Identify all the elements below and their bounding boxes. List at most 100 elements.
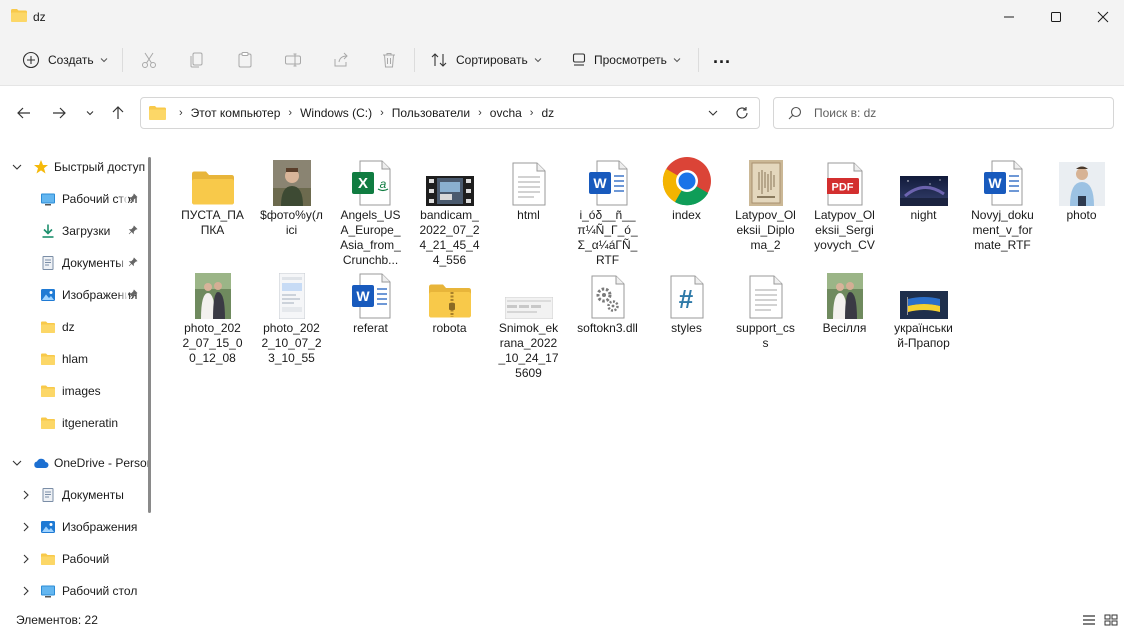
view-button[interactable]: Просмотреть (570, 46, 681, 74)
phone-file-icon (254, 263, 329, 319)
sidebar-item[interactable]: itgeneratin (0, 407, 148, 439)
label-fade (118, 183, 128, 215)
pdf-file-icon: PDF (807, 150, 882, 206)
wedding-file-icon (175, 263, 250, 319)
sidebar-item[interactable]: images (0, 375, 148, 407)
file-item[interactable]: photo_2022_10_07_23_10_55 (254, 263, 329, 366)
up-button[interactable] (106, 101, 130, 125)
delete-button[interactable] (377, 48, 401, 72)
chevron-down-icon[interactable] (11, 457, 23, 469)
create-label: Создать (48, 53, 94, 67)
chevron-right-icon[interactable]: › (380, 107, 384, 119)
file-item[interactable]: softokn3.dll (570, 263, 645, 336)
large-icons-view-icon[interactable] (1104, 614, 1118, 626)
file-item[interactable]: ПУСТА_ПАПКА (175, 150, 250, 238)
zip-file-icon (412, 263, 487, 319)
sidebar-item[interactable]: Изображения (0, 511, 148, 543)
sort-button[interactable]: Сортировать (430, 46, 542, 74)
paste-button[interactable] (233, 48, 257, 72)
chevron-down-icon[interactable] (11, 161, 23, 173)
label-fade (118, 247, 128, 279)
file-item[interactable]: html (491, 150, 566, 223)
maximize-button[interactable] (1033, 0, 1079, 34)
file-name: photo_2022_07_15_00_12_08 (182, 321, 243, 365)
chevron-right-icon[interactable]: › (530, 107, 534, 119)
file-name: Latypov_Oleksii_Sergiyovych_CV (814, 208, 875, 252)
details-view-icon[interactable] (1082, 614, 1096, 626)
create-button[interactable]: Создать (22, 46, 108, 74)
rename-button[interactable] (281, 48, 305, 72)
chevron-down-icon (100, 58, 107, 63)
sidebar-item-label: Рабочий стол (62, 584, 138, 598)
sidebar-item[interactable]: Быстрый доступ (0, 151, 148, 183)
breadcrumb-windows-c[interactable]: Windows (C:) (300, 106, 372, 120)
chevron-right-icon[interactable] (20, 521, 32, 533)
search-input[interactable] (814, 106, 1094, 120)
file-name: referat (353, 321, 388, 335)
back-button[interactable] (12, 101, 36, 125)
sidebar-item[interactable]: Документы (0, 247, 148, 279)
sidebar-item[interactable]: OneDrive - Personal (0, 447, 148, 479)
file-item[interactable]: photo_2022_07_15_00_12_08 (175, 263, 250, 366)
more-options-button[interactable]: ... (713, 43, 731, 71)
address-history-chevron-icon[interactable] (707, 107, 719, 119)
file-item[interactable]: Весілля (807, 263, 882, 336)
file-item[interactable]: Wreferat (333, 263, 408, 336)
word-file-icon: W (570, 150, 645, 206)
refresh-icon[interactable] (735, 106, 749, 120)
sidebar-item[interactable]: Рабочий стол (0, 183, 148, 215)
breadcrumb-ovcha[interactable]: ovcha (490, 106, 522, 120)
command-bar: Создать Сортировать Просмотреть ... (0, 34, 1124, 86)
sidebar-item[interactable]: Документы (0, 479, 148, 511)
recent-locations-button[interactable] (78, 101, 102, 125)
pictures-icon (40, 519, 56, 535)
breadcrumb-this-pc[interactable]: Этот компьютер (191, 106, 281, 120)
copy-button[interactable] (185, 48, 209, 72)
file-item[interactable]: support_css (728, 263, 803, 351)
cut-button[interactable] (137, 48, 161, 72)
file-item[interactable]: photo (1044, 150, 1119, 223)
sidebar-item[interactable]: Загрузки (0, 215, 148, 247)
maximize-icon (1051, 12, 1061, 22)
search-box[interactable] (773, 97, 1114, 129)
file-item[interactable]: # styles (649, 263, 724, 336)
address-bar[interactable]: › Этот компьютер › Windows (C:) › Пользо… (140, 97, 760, 129)
file-item[interactable]: bandicam_2022_07_24_21_45_44_556 (412, 150, 487, 268)
file-item[interactable]: український-Прапор (886, 263, 961, 351)
sidebar-item[interactable]: Рабочий стол (0, 575, 148, 607)
chevron-right-icon[interactable] (20, 553, 32, 565)
share-button[interactable] (329, 48, 353, 72)
breadcrumb-users[interactable]: Пользователи (392, 106, 470, 120)
text-file-icon (491, 150, 566, 206)
file-item[interactable]: Wі_óδ__ñ__π¼Ñ_Γ_ó_Σ_α¼áΓÑ_RTF (570, 150, 645, 268)
file-item[interactable]: Xa Angels_USA_Europe_Asia_from_Crunchb... (333, 150, 408, 268)
breadcrumb-dz[interactable]: dz (541, 106, 554, 120)
sidebar-item[interactable]: hlam (0, 343, 148, 375)
chevron-right-icon[interactable]: › (478, 107, 482, 119)
file-item[interactable]: index (649, 150, 724, 223)
sidebar-item[interactable]: Рабочий (0, 543, 148, 575)
file-item[interactable]: Snimok_ekrana_2022_10_24_175609 (491, 263, 566, 381)
close-button[interactable] (1080, 0, 1124, 34)
file-item[interactable]: $фото%у(лісі (254, 150, 329, 238)
minimize-button[interactable] (986, 0, 1032, 34)
file-item[interactable]: robota (412, 263, 487, 336)
svg-text:W: W (593, 175, 607, 191)
sidebar-item-label: itgeneratin (62, 416, 119, 430)
chevron-right-icon[interactable]: › (179, 107, 183, 119)
sidebar-item[interactable]: dz (0, 311, 148, 343)
chevron-right-icon[interactable] (20, 585, 32, 597)
sidebar-item[interactable]: Изображения (0, 279, 148, 311)
chevron-right-icon[interactable]: › (288, 107, 292, 119)
item-count: Элементов: 22 (16, 613, 98, 627)
file-item[interactable]: PDF Latypov_Oleksii_Sergiyovych_CV (807, 150, 882, 253)
file-name: softokn3.dll (577, 321, 638, 335)
forward-button[interactable] (47, 101, 71, 125)
sidebar-scrollbar[interactable] (148, 157, 151, 513)
file-item[interactable]: Latypov_Oleksii_Diploma_2 (728, 150, 803, 253)
chevron-right-icon[interactable] (20, 489, 32, 501)
file-item[interactable]: night (886, 150, 961, 223)
label-fade (118, 279, 128, 311)
file-item[interactable]: W Novyj_dokument_v_formate_RTF (965, 150, 1040, 253)
file-name: html (517, 208, 540, 222)
